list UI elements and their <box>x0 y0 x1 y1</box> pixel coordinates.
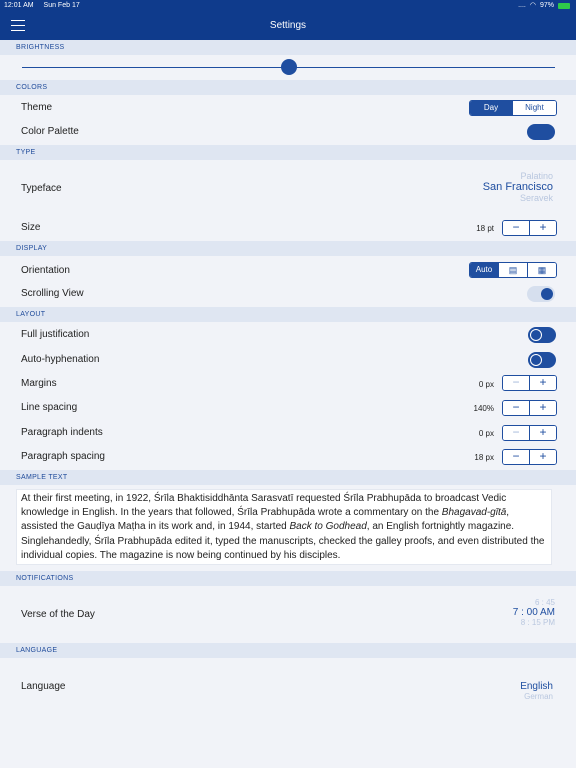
typeface-picker[interactable]: Palatino San Francisco Seravek <box>433 171 553 201</box>
full-justification-label: Full justification <box>21 329 90 340</box>
paragraph-indents-increase-button[interactable]: + <box>529 426 556 440</box>
margins-value: 0 px <box>478 380 494 389</box>
language-option-selected[interactable]: English <box>453 681 553 692</box>
battery-percent: 97% <box>539 2 554 9</box>
status-bar: 12:01 AM Sun Feb 17 .... ◠ 97% <box>0 0 576 12</box>
section-header-layout: LAYOUT <box>0 307 576 322</box>
line-spacing-increase-button[interactable]: + <box>529 401 556 415</box>
landscape-icon[interactable]: ▦ <box>527 263 556 277</box>
theme-segmented-control[interactable]: Day Night <box>469 100 557 116</box>
line-spacing-label: Line spacing <box>21 402 78 413</box>
toggle-knob <box>530 354 542 366</box>
status-time: 12:01 AM <box>4 2 34 9</box>
paragraph-indents-label: Paragraph indents <box>21 427 103 438</box>
sample-text-italic: Bhagavad-gītā <box>441 507 507 519</box>
wifi-icon: ◠ <box>529 2 536 9</box>
scrolling-view-label: Scrolling View <box>21 288 84 299</box>
paragraph-indents-value: 0 px <box>478 429 494 438</box>
paragraph-spacing-increase-button[interactable]: + <box>529 450 556 464</box>
time-option-below[interactable]: 8 : 15 PM <box>455 618 555 626</box>
paragraph-spacing-label: Paragraph spacing <box>21 451 105 462</box>
section-header-colors: COLORS <box>0 80 576 95</box>
toggle-knob <box>541 288 553 300</box>
auto-hyphenation-toggle[interactable] <box>528 352 556 368</box>
orientation-label: Orientation <box>21 265 70 276</box>
paragraph-spacing-stepper[interactable]: − + <box>502 449 557 465</box>
signal-indicator: .... <box>518 2 526 9</box>
typeface-label: Typeface <box>21 183 62 194</box>
theme-day-option[interactable]: Day <box>470 101 512 115</box>
section-header-notifications: NOTIFICATIONS <box>0 571 576 586</box>
color-palette-swatch[interactable] <box>527 124 555 140</box>
brightness-slider-thumb[interactable] <box>280 59 297 75</box>
color-palette-label: Color Palette <box>21 126 79 137</box>
battery-icon <box>558 3 570 9</box>
paragraph-indents-decrease-button[interactable]: − <box>503 426 529 440</box>
time-option-selected[interactable]: 7 : 00 AM <box>455 607 555 618</box>
section-header-language: LANGUAGE <box>0 643 576 658</box>
sample-text-box: At their first meeting, in 1922, Śrīla B… <box>16 489 552 565</box>
margins-stepper[interactable]: − + <box>502 375 557 391</box>
language-label: Language <box>21 681 66 692</box>
paragraph-spacing-value: 18 px <box>474 453 494 462</box>
paragraph-indents-stepper[interactable]: − + <box>502 425 557 441</box>
page-title: Settings <box>269 20 307 31</box>
auto-hyphenation-label: Auto-hyphenation <box>21 354 100 365</box>
theme-night-option[interactable]: Night <box>512 101 556 115</box>
size-value: 18 pt <box>476 224 494 233</box>
section-header-sample-text: SAMPLE TEXT <box>0 470 576 485</box>
orientation-segmented-control[interactable]: Auto ▤ ▦ <box>469 262 557 278</box>
size-increase-button[interactable]: + <box>529 221 556 235</box>
time-option-above[interactable]: 6 : 45 <box>455 598 555 607</box>
theme-label: Theme <box>21 102 53 113</box>
scrolling-view-toggle[interactable] <box>527 286 555 302</box>
section-header-type: TYPE <box>0 145 576 160</box>
sample-text-italic: Back to Godhead <box>289 521 367 533</box>
line-spacing-stepper[interactable]: − + <box>502 400 557 416</box>
section-header-display: DISPLAY <box>0 241 576 256</box>
nav-bar: Settings <box>0 12 576 40</box>
margins-decrease-button[interactable]: − <box>503 376 529 390</box>
portrait-icon[interactable]: ▤ <box>498 263 527 277</box>
full-justification-toggle[interactable] <box>528 327 556 343</box>
size-stepper[interactable]: − + <box>502 220 557 236</box>
status-date: Sun Feb 17 <box>43 2 80 9</box>
language-picker[interactable]: English German <box>453 681 553 699</box>
toggle-knob <box>530 329 542 341</box>
language-option-below[interactable]: German <box>453 692 553 699</box>
verse-of-the-day-label: Verse of the Day <box>21 609 95 620</box>
line-spacing-decrease-button[interactable]: − <box>503 401 529 415</box>
sample-text-part: At their first meeting, in 1922, Śrīla B… <box>21 493 507 519</box>
typeface-option-above[interactable]: Palatino <box>433 171 553 181</box>
section-header-brightness: BRIGHTNESS <box>0 40 576 55</box>
typeface-option-selected[interactable]: San Francisco <box>433 181 553 193</box>
size-label: Size <box>21 222 41 233</box>
typeface-option-below[interactable]: Seravek <box>433 193 553 201</box>
paragraph-spacing-decrease-button[interactable]: − <box>503 450 529 464</box>
orientation-auto-option[interactable]: Auto <box>470 263 498 277</box>
margins-label: Margins <box>21 378 57 389</box>
verse-time-picker[interactable]: 6 : 45 7 : 00 AM 8 : 15 PM <box>455 598 555 626</box>
margins-increase-button[interactable]: + <box>529 376 556 390</box>
line-spacing-value: 140% <box>473 404 494 413</box>
size-decrease-button[interactable]: − <box>503 221 529 235</box>
